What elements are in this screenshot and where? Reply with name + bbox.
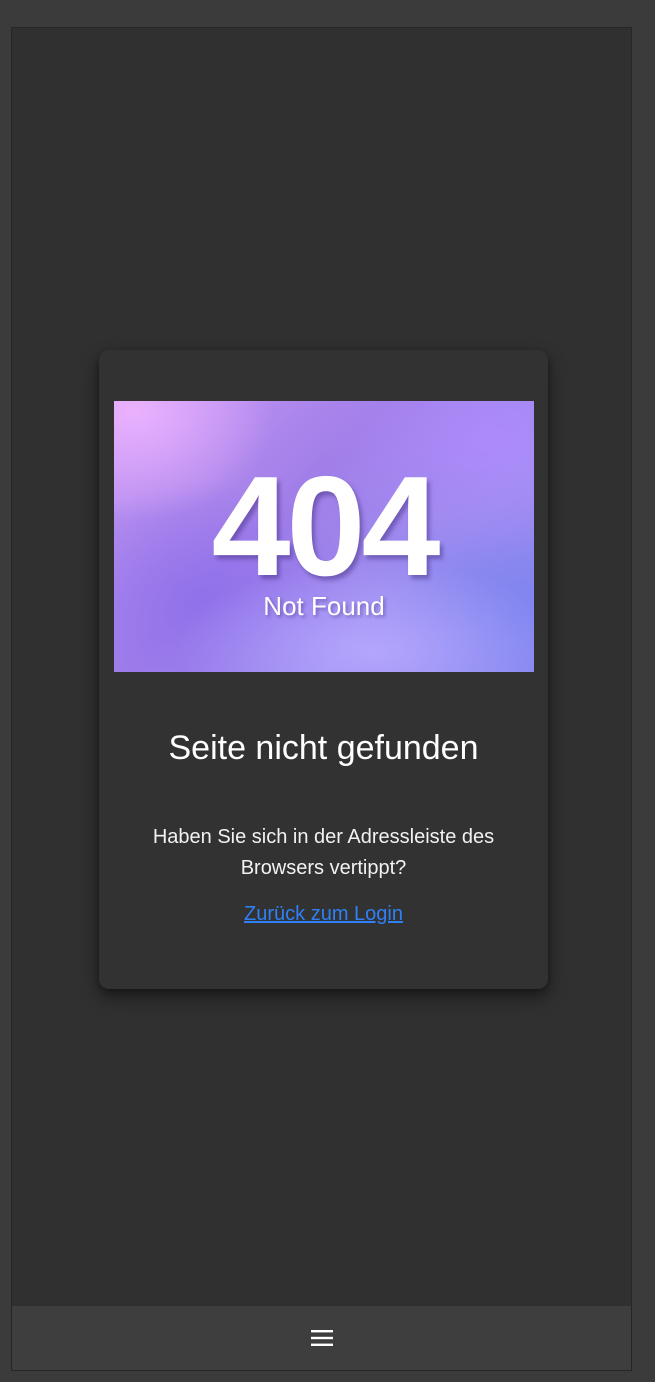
error-message: Haben Sie sich in der Adressleiste des B… <box>152 826 495 879</box>
error-illustration: 404 Not Found <box>114 401 534 672</box>
bottom-bar <box>12 1306 631 1370</box>
error-card: 404 Not Found Seite nicht gefunden Haben… <box>99 350 548 989</box>
app-frame: 404 Not Found Seite nicht gefunden Haben… <box>11 27 632 1371</box>
hamburger-menu-icon <box>310 1330 333 1346</box>
menu-button[interactable] <box>302 1318 342 1358</box>
error-code: 404 <box>211 447 441 606</box>
back-link-wrapper: Zurück zum Login <box>99 901 548 927</box>
page-title: Seite nicht gefunden <box>168 729 479 767</box>
error-code-subtitle: Not Found <box>263 591 385 621</box>
back-to-login-link[interactable]: Zurück zum Login <box>244 903 403 925</box>
